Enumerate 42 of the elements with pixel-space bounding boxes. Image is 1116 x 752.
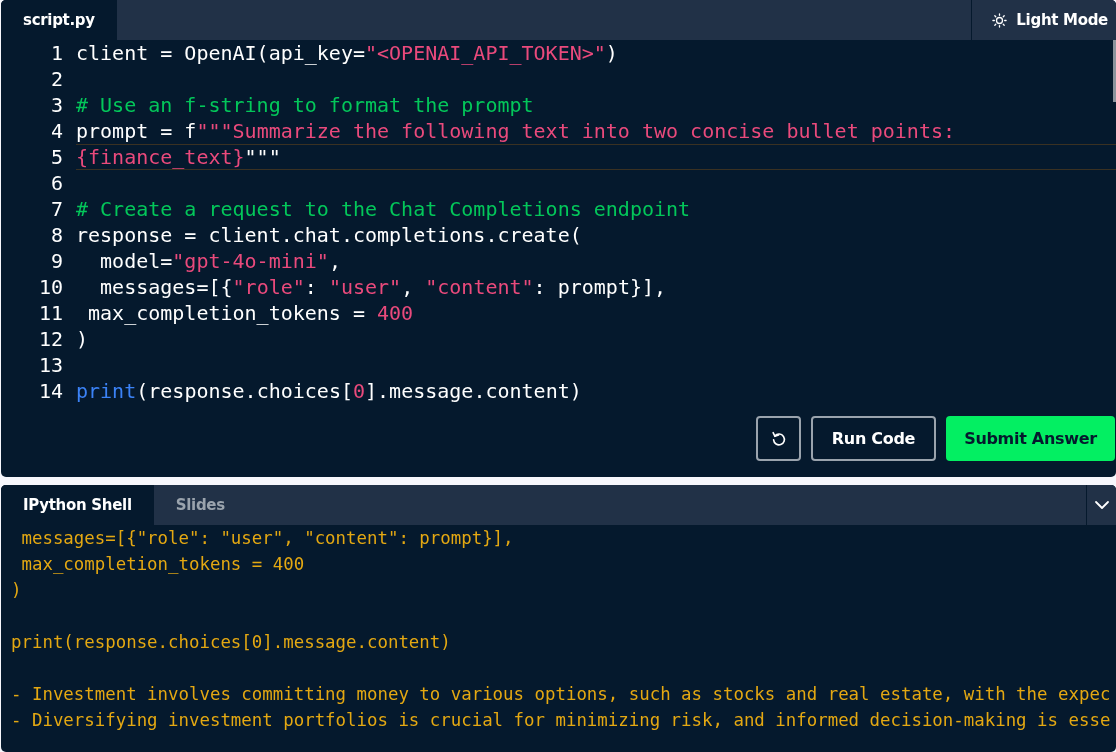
console-output-line: - Investment involves committing money to various options, such as stocks and real estate, with the expec <box>11 683 1112 706</box>
tab[interactable]: IPython Shell <box>1 485 154 525</box>
submit-answer-button[interactable]: Submit Answer <box>946 416 1115 461</box>
code-line[interactable]: {finance_text}""" <box>76 145 281 169</box>
tab[interactable]: Slides <box>153 485 247 525</box>
console-output-line: print(response.choices[0].message.content) <box>11 631 452 654</box>
line-number: 5 <box>49 145 64 169</box>
console-output-line: ) <box>11 579 23 602</box>
line-number: 3 <box>49 93 64 117</box>
code-line[interactable]: max_completion_tokens = 400 <box>76 301 414 325</box>
code-line[interactable]: ) <box>76 327 89 351</box>
code-line[interactable]: print(response.choices[0].message.content) <box>76 379 582 403</box>
line-number: 11 <box>37 301 64 325</box>
light-mode-button[interactable]: Light Mode <box>971 0 1116 40</box>
code-line[interactable]: response = client.chat.completions.create( <box>76 223 582 247</box>
code-line[interactable]: messages=[{"role": "user", "content": prompt}], <box>76 275 667 299</box>
line-number: 7 <box>49 197 64 221</box>
sun-icon <box>992 12 1008 28</box>
console-output-line: max_completion_tokens = 400 <box>20 553 306 576</box>
line-number: 10 <box>37 275 64 299</box>
code-line[interactable]: prompt = f"""Summarize the following text into two concise bullet points: <box>76 119 955 143</box>
line-number: 1 <box>49 41 64 65</box>
console-output-line: messages=[{"role": "user", "content": prompt}], <box>20 527 515 550</box>
undo-icon <box>769 429 788 448</box>
line-number: 2 <box>49 67 64 91</box>
scrollbar[interactable] <box>1113 40 1116 102</box>
line-number: 9 <box>49 249 64 273</box>
code-line[interactable]: client = OpenAI(api_key="<OPENAI_API_TOKEN>") <box>76 41 618 65</box>
tab[interactable]: script.py <box>1 0 117 40</box>
line-number: 8 <box>49 223 64 247</box>
line-number: 14 <box>37 379 64 403</box>
code-line[interactable]: # Use an f-string to format the prompt <box>76 93 534 117</box>
reset-button[interactable] <box>756 416 801 461</box>
code-line[interactable]: model="gpt-4o-mini", <box>76 249 341 273</box>
code-line[interactable]: # Create a request to the Chat Completions endpoint <box>76 197 691 221</box>
line-number: 12 <box>37 327 64 351</box>
run-code-button[interactable]: Run Code <box>811 416 936 461</box>
line-number: 4 <box>49 119 64 143</box>
line-number: 13 <box>37 353 64 377</box>
line-number: 6 <box>49 171 64 195</box>
collapse-button[interactable] <box>1086 485 1116 525</box>
console-output-line: - Diversifying investment portfolios is crucial for minimizing risk, and informed decision-making is esse <box>11 709 1112 732</box>
